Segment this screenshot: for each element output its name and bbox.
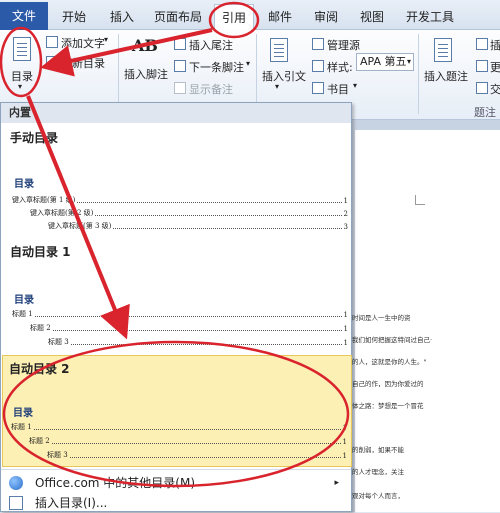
document-line: 时间是人一生中的资 [352,314,411,322]
insert-toc-icon [9,496,23,510]
manual-toc-heading: 目录 [14,179,34,190]
add-text-icon [46,36,58,48]
show-notes-button[interactable]: 显示备注 [189,81,233,97]
insert-toc-label: 插入目录(I)... [35,496,108,510]
auto-toc-2-heading: 目录 [13,408,33,419]
chevron-down-icon: ▾ [18,82,23,91]
update-table-button[interactable]: 更 [490,59,500,75]
gallery-item-auto-toc-2[interactable]: 自动目录 2 目录 标题 11 标题 21 标题 31 [2,355,352,467]
toc-entry-line: 标题 21 [29,437,347,446]
gallery-item-auto-toc-1[interactable]: 自动目录 1 目录 标题 11 标题 21 标题 31 [2,237,350,349]
manage-sources-icon [312,38,324,50]
style-label: 样式: [327,61,353,74]
tab-developer[interactable]: 开发工具 [400,4,460,30]
toc-entry-line: 键入章标题(第 1 级) 1 [12,196,348,205]
tab-file[interactable]: 文件 [0,2,48,30]
add-text-dropdown-icon[interactable]: ▾ [104,35,108,44]
tab-home[interactable]: 开始 [54,4,94,30]
show-notes-icon [174,82,186,94]
manual-toc-title: 手动目录 [10,131,59,145]
cross-reference-button[interactable]: 交 [490,81,500,97]
insert-table-figures-button[interactable]: 插 [490,37,500,53]
office-more-toc-label: Office.com 中的其他目录(M) [35,476,196,490]
insert-caption-icon [432,36,454,64]
office-globe-icon [9,476,23,490]
gallery-item-manual-toc[interactable]: 手动目录 目录 键入章标题(第 1 级) 1 键入章标题(第 2 级) 2 键入章标… [2,125,350,233]
ribbon-tab-bar: 文件 开始 插入 页面布局 引用 邮件 审阅 视图 开发工具 [0,0,500,31]
footnote-ab-icon: AB [132,36,158,55]
update-toc-icon [46,56,58,68]
insert-citation-icon [268,36,290,64]
document-line: 自己的作，因为你爱过的 [352,380,424,388]
next-footnote-dropdown-icon[interactable]: ▾ [246,59,250,68]
toc-entry-line: 标题 11 [11,423,347,432]
chevron-down-icon: ▾ [406,57,411,66]
insert-footnote-button[interactable]: 插入脚注 [124,66,168,82]
add-text-button[interactable]: 添加文字 [61,35,105,51]
tab-page-layout[interactable]: 页面布局 [148,4,208,30]
document-line: 的人才理念，关注 [352,468,404,476]
toc-entry-line: 标题 31 [47,451,347,460]
bibliography-dropdown-icon[interactable]: ▾ [353,81,357,90]
toc-entry-line: 标题 21 [30,324,348,333]
toc-button[interactable]: 目录 ▾ [2,32,42,96]
bibliography-button[interactable]: 书目 [327,81,349,97]
gallery-header-builtin: 内置 [1,103,351,123]
update-toc-button[interactable]: 更新目录 [61,55,105,71]
document-line: 我们如何把握这特间过自己· [352,336,433,344]
group-label-captions: 题注 [474,106,496,119]
document-line: 体之路：梦想是一个冒花 [352,402,424,410]
next-footnote-icon [174,60,186,72]
toc-entry-line: 键入章标题(第 2 级) 2 [30,209,348,218]
insert-toc-item[interactable]: 插入目录(I)... [1,493,351,513]
insert-table-figures-icon [476,38,488,50]
insert-citation-button[interactable]: 插入引文 [262,68,306,84]
insert-citation-dropdown-icon[interactable]: ▾ [275,82,279,91]
style-icon [312,60,324,72]
tab-view[interactable]: 视图 [354,4,390,30]
toc-entry-line: 标题 31 [48,338,348,347]
tab-review[interactable]: 审阅 [308,4,344,30]
document-line: 的削弱，如果不能 [352,446,404,454]
insert-endnote-icon [174,38,186,50]
auto-toc-2-title: 自动目录 2 [9,362,70,376]
chevron-right-icon: ▸ [334,478,339,488]
citation-style-value: APA 第五 [360,55,407,68]
insert-caption-button[interactable]: 插入题注 [424,68,468,84]
menu-separator [1,469,351,470]
toc-entry-line: 键入章标题(第 3 级) 3 [48,222,348,231]
toc-document-icon [12,36,32,62]
toc-gallery-dropdown: 内置 手动目录 目录 键入章标题(第 1 级) 1 键入章标题(第 2 级) 2 键… [0,102,352,512]
document-line: 观对每个人而言， [352,492,404,500]
office-more-toc-item[interactable]: Office.com 中的其他目录(M) ▸ [1,473,351,493]
cross-reference-icon [476,82,488,94]
page-corner-mark [415,195,425,205]
citation-style-select[interactable]: APA 第五 ▾ [356,53,414,71]
bibliography-icon [312,82,324,94]
toc-entry-line: 标题 11 [12,310,348,319]
insert-endnote-button[interactable]: 插入尾注 [189,37,233,53]
auto-toc-1-heading: 目录 [14,295,34,306]
tab-insert[interactable]: 插入 [104,4,140,30]
update-table-icon [476,60,488,72]
document-line: 的人，这就是你的人生。" [352,358,427,366]
next-footnote-button[interactable]: 下一条脚注 [189,59,244,75]
tab-mailings[interactable]: 邮件 [262,4,298,30]
tab-references[interactable]: 引用 [214,4,254,31]
manage-sources-button[interactable]: 管理源 [327,37,360,53]
auto-toc-1-title: 自动目录 1 [10,245,71,259]
